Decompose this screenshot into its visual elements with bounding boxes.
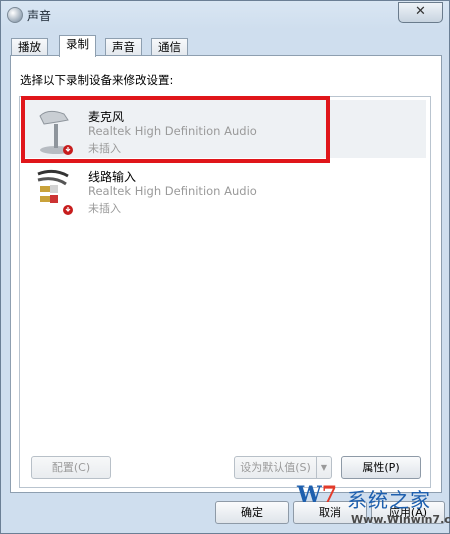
- title-bar: 声音 ✕: [1, 1, 449, 29]
- sound-dialog: 声音 ✕ 播放 录制 声音 通信 选择以下录制设备来修改设置: 麦克风 Real…: [0, 0, 450, 534]
- device-driver: Realtek High Definition Audio: [88, 124, 257, 138]
- properties-button[interactable]: 属性(P): [341, 456, 421, 479]
- configure-button[interactable]: 配置(C): [31, 456, 111, 479]
- device-status: 未插入: [88, 202, 121, 215]
- device-name: 线路输入: [88, 170, 137, 184]
- tab-communications[interactable]: 通信: [151, 38, 188, 56]
- close-icon: ✕: [415, 4, 426, 19]
- device-driver: Realtek High Definition Audio: [88, 184, 257, 198]
- watermark-w: W: [297, 482, 322, 508]
- list-item-line-in[interactable]: 线路输入 Realtek High Definition Audio 未插入: [22, 160, 426, 218]
- chevron-down-icon[interactable]: ▼: [316, 456, 332, 479]
- watermark-text: 系统之家: [347, 488, 431, 512]
- device-name: 麦克风: [88, 110, 125, 124]
- device-list[interactable]: 麦克风 Realtek High Definition Audio 未插入 线路…: [19, 96, 431, 488]
- instruction-label: 选择以下录制设备来修改设置:: [20, 73, 174, 87]
- list-item-microphone[interactable]: 麦克风 Realtek High Definition Audio 未插入: [22, 100, 426, 158]
- watermark-logo: W7 系统之家 Www.Winwin7.com: [287, 478, 450, 534]
- tab-sounds[interactable]: 声音: [105, 38, 142, 56]
- ok-button[interactable]: 确定: [215, 501, 289, 524]
- set-default-button[interactable]: 设为默认值(S): [234, 456, 317, 479]
- tab-recording[interactable]: 录制: [59, 35, 96, 57]
- tab-playback[interactable]: 播放: [11, 38, 48, 56]
- speaker-icon: [7, 7, 23, 23]
- line-in-icon: [37, 169, 73, 215]
- tab-panel: 选择以下录制设备来修改设置: 麦克风 Realtek High Definiti…: [10, 55, 442, 493]
- close-button[interactable]: ✕: [398, 2, 443, 23]
- device-status: 未插入: [88, 142, 121, 155]
- watermark-7: 7: [321, 482, 338, 508]
- window-title: 声音: [27, 9, 52, 23]
- watermark-url: Www.Winwin7.com: [351, 513, 450, 526]
- microphone-icon: [39, 110, 73, 155]
